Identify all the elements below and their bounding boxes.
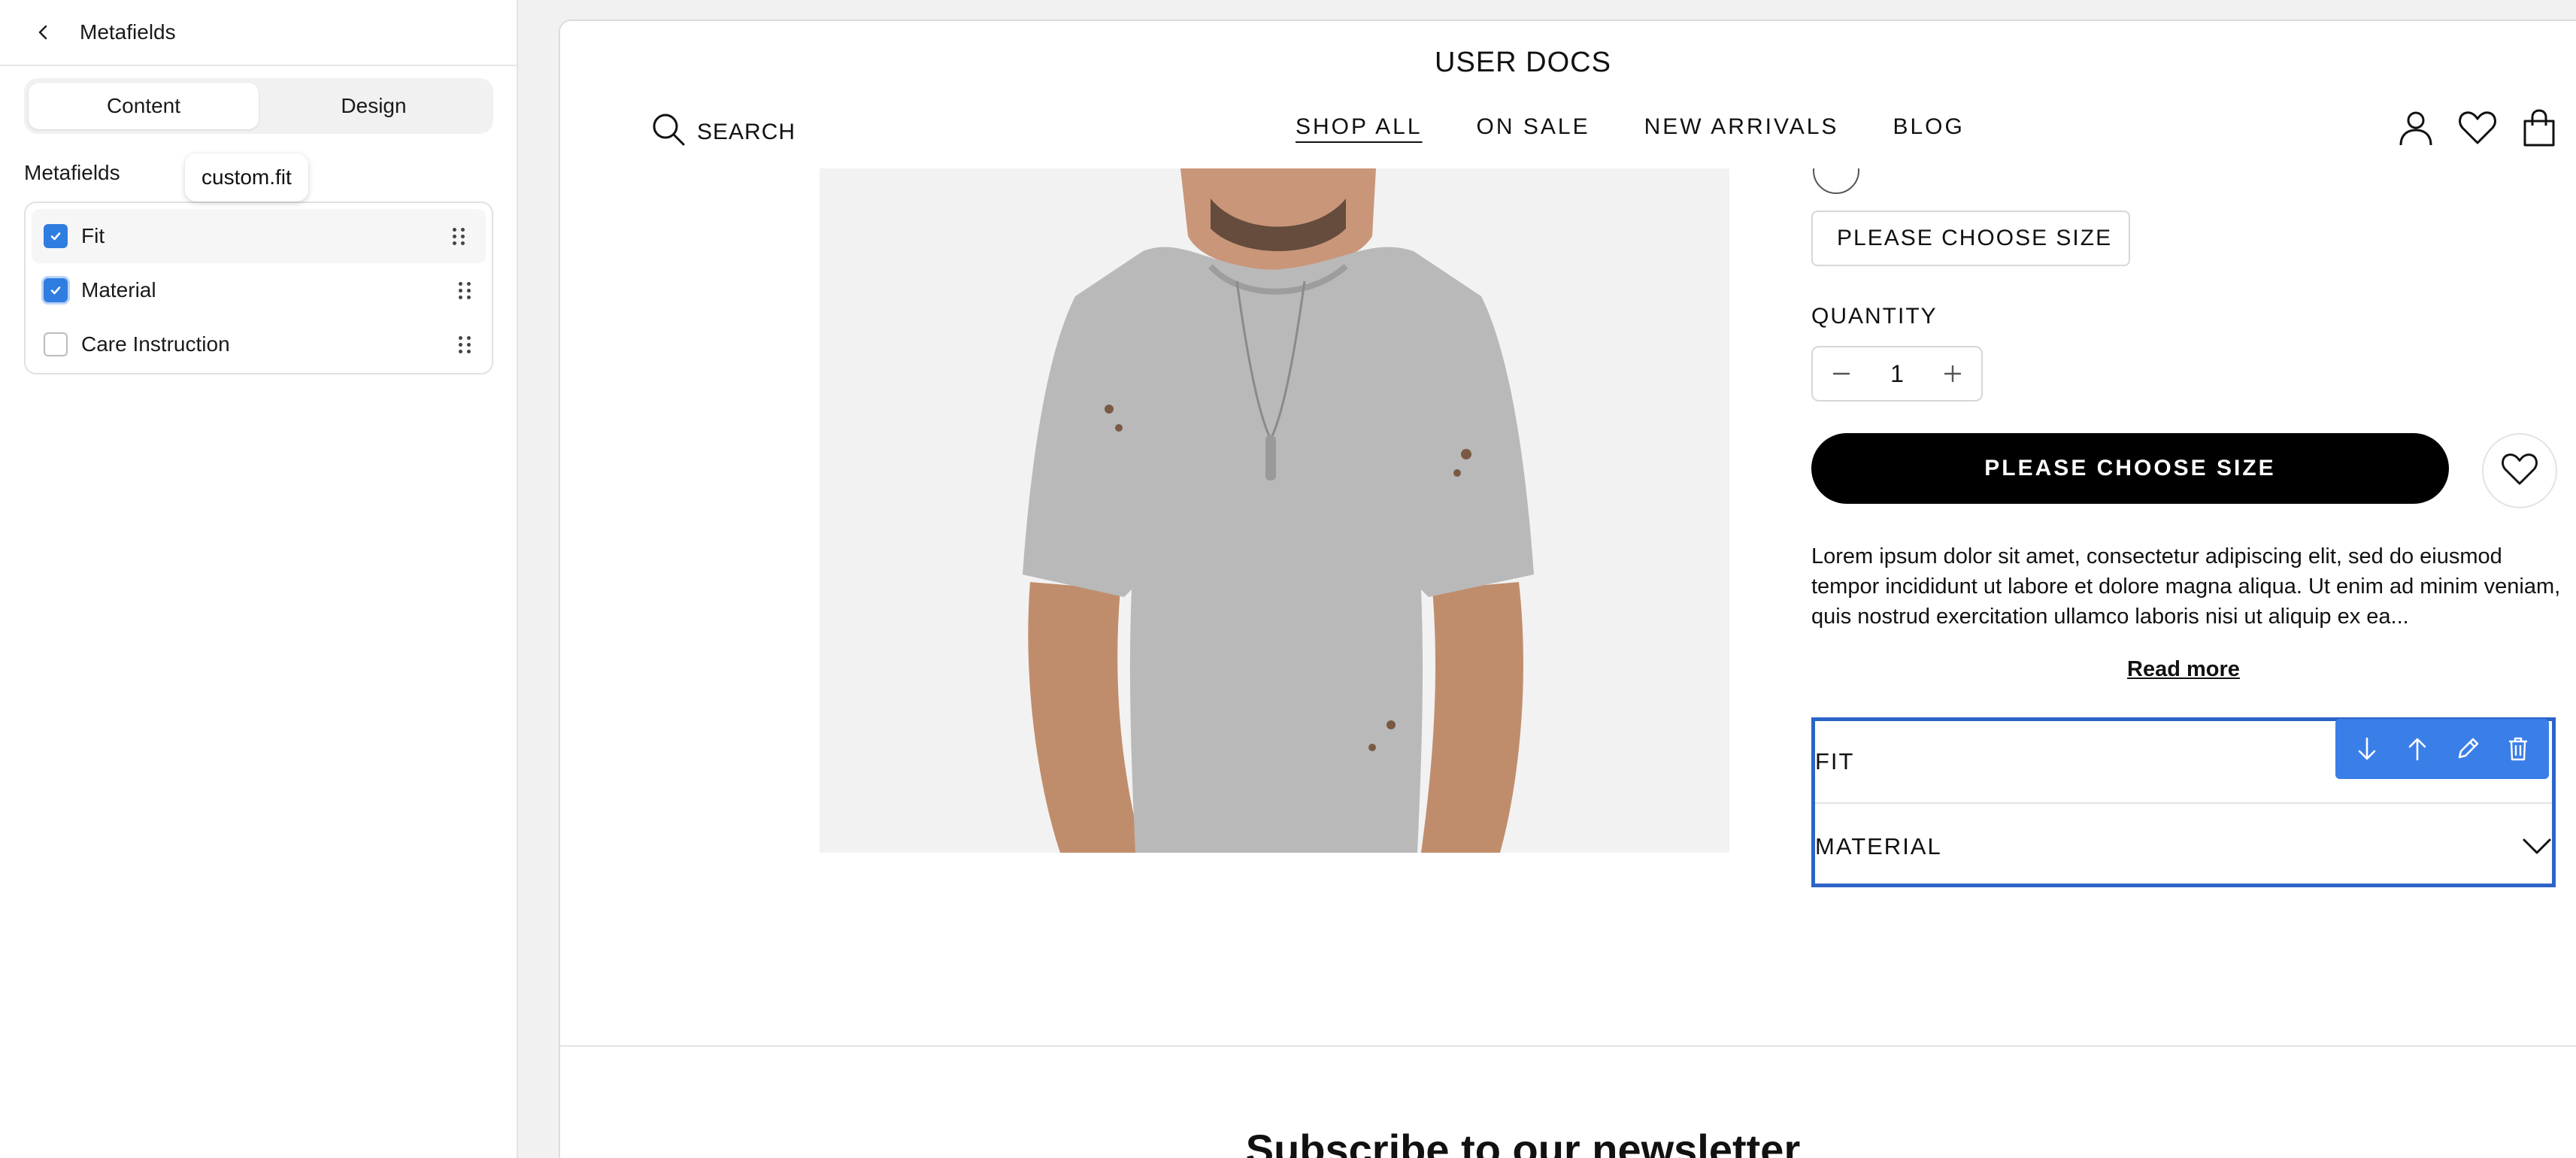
- accordion-item-material[interactable]: MATERIAL: [1815, 805, 2552, 888]
- nav-shop-all[interactable]: SHOP ALL: [1296, 114, 1423, 140]
- metafield-key-tooltip: custom.fit: [185, 153, 308, 202]
- panel-title: Metafields: [80, 20, 176, 44]
- panel-header: Metafields: [0, 0, 517, 66]
- content-design-toggle: Content Design: [24, 78, 493, 134]
- chevron-down-icon: [2522, 835, 2552, 862]
- fit-checkbox[interactable]: [44, 224, 68, 248]
- accordion-title: FIT: [1815, 748, 1855, 775]
- nav-blog[interactable]: BLOG: [1893, 114, 1964, 140]
- drag-handle-icon[interactable]: [453, 226, 468, 247]
- quantity-stepper: 1: [1811, 346, 1983, 402]
- back-icon[interactable]: [30, 19, 57, 46]
- read-more-link[interactable]: Read more: [1811, 657, 2556, 682]
- drag-handle-icon[interactable]: [459, 280, 474, 301]
- list-item[interactable]: Material: [26, 263, 492, 317]
- quantity-label: QUANTITY: [1811, 304, 1938, 329]
- color-swatch[interactable]: [1813, 168, 1859, 194]
- minus-icon[interactable]: [1828, 360, 1855, 387]
- list-item[interactable]: Care Instruction: [26, 317, 492, 371]
- list-item[interactable]: Fit: [32, 209, 486, 263]
- store-title[interactable]: USER DOCS: [560, 47, 2531, 79]
- preview-canvas: USER DOCS SEARCH SHOP ALL ON SALE NEW AR…: [559, 20, 2576, 1158]
- heart-icon: [2501, 452, 2538, 490]
- delete-icon[interactable]: [2502, 732, 2535, 765]
- tab-design[interactable]: Design: [259, 83, 489, 129]
- section-divider: [560, 1045, 2576, 1047]
- field-label: Material: [81, 278, 156, 302]
- size-select-button[interactable]: PLEASE CHOOSE SIZE: [1811, 211, 2130, 266]
- add-to-wishlist-button[interactable]: [2482, 433, 2557, 508]
- care-instruction-checkbox[interactable]: [44, 332, 68, 356]
- header-icons: [2396, 108, 2559, 147]
- metafield-list: Fit Material Care Instruction: [24, 202, 493, 374]
- nav-on-sale[interactable]: ON SALE: [1477, 114, 1590, 140]
- edit-icon[interactable]: [2451, 732, 2484, 765]
- search-icon: [650, 111, 686, 153]
- move-down-icon[interactable]: [2350, 732, 2384, 765]
- search-label: SEARCH: [697, 120, 796, 144]
- field-label: Fit: [81, 224, 105, 247]
- field-label: Care Instruction: [81, 332, 230, 356]
- nav-new-arrivals[interactable]: NEW ARRIVALS: [1644, 114, 1839, 140]
- cart-icon[interactable]: [2520, 108, 2559, 147]
- block-toolbar: [2335, 719, 2549, 779]
- quantity-value[interactable]: 1: [1890, 360, 1904, 388]
- editor-panel: Metafields Content Design Metafields cus…: [0, 0, 518, 1158]
- product-description: Lorem ipsum dolor sit amet, consectetur …: [1811, 544, 2561, 629]
- newsletter-title: Subscribe to our newsletter: [1245, 1126, 1801, 1158]
- main-nav: SHOP ALL ON SALE NEW ARRIVALS BLOG: [1296, 114, 1965, 140]
- wishlist-icon[interactable]: [2458, 108, 2497, 147]
- drag-handle-icon[interactable]: [459, 334, 474, 355]
- add-to-cart-button[interactable]: PLEASE CHOOSE SIZE: [1811, 433, 2449, 504]
- account-icon[interactable]: [2396, 108, 2435, 147]
- search-button[interactable]: SEARCH: [650, 111, 796, 153]
- accordion-title: MATERIAL: [1815, 833, 1942, 859]
- section-label: Metafields: [24, 161, 120, 184]
- tab-content[interactable]: Content: [29, 83, 259, 129]
- product-image: [820, 168, 1729, 853]
- move-up-icon[interactable]: [2401, 732, 2434, 765]
- plus-icon[interactable]: [1939, 360, 1966, 387]
- material-checkbox[interactable]: [44, 278, 68, 302]
